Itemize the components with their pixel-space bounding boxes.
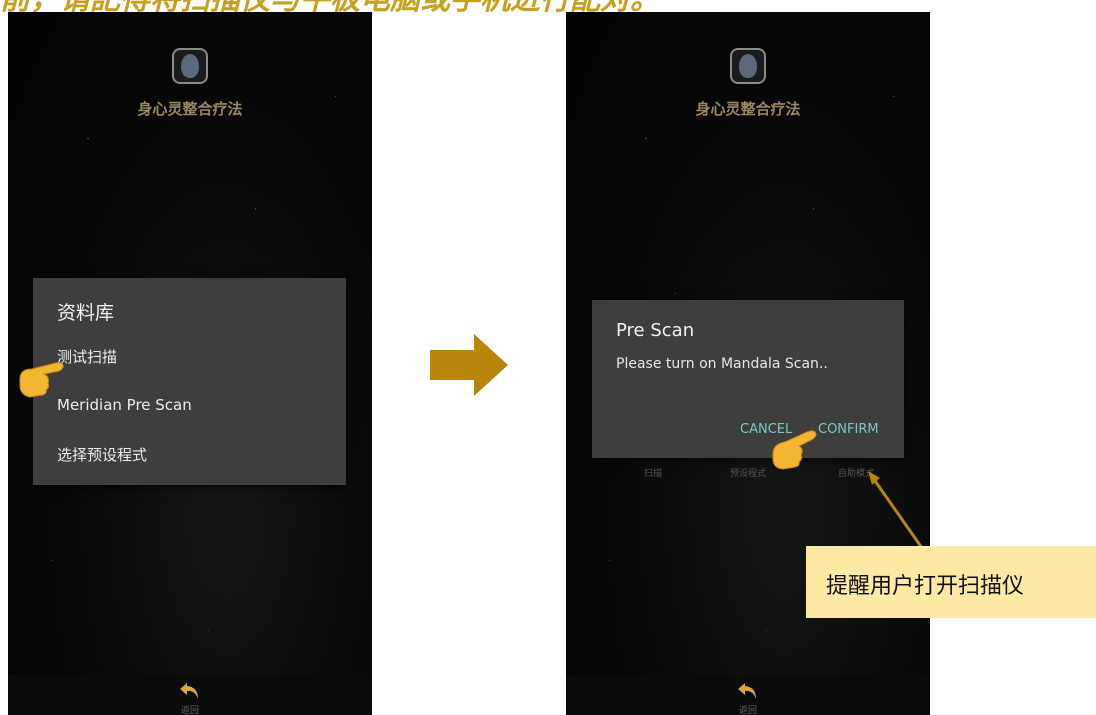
back-label: 返回 bbox=[180, 706, 199, 715]
menu-item-select-preset[interactable]: 选择预设程式 bbox=[57, 444, 147, 465]
annotation-callout: 提醒用户打开扫描仪 bbox=[806, 546, 1096, 618]
app-logo-icon bbox=[730, 48, 766, 84]
dialog-message: Please turn on Mandala Scan.. bbox=[616, 356, 828, 372]
back-label: 返回 bbox=[738, 706, 757, 715]
pointing-hand-icon bbox=[19, 362, 64, 398]
confirm-button[interactable]: CONFIRM bbox=[818, 422, 879, 437]
menu-title: 资料库 bbox=[57, 302, 115, 324]
app-title: 身心灵整合疗法 bbox=[137, 100, 243, 118]
app-title: 身心灵整合疗法 bbox=[695, 100, 801, 118]
underlying-function-labels: 扫描 预设程式 自助模式 bbox=[566, 466, 930, 480]
back-arrow-icon[interactable] bbox=[178, 679, 202, 703]
pointing-hand-icon bbox=[772, 430, 817, 470]
bottom-nav-bar: 返回 bbox=[8, 675, 372, 715]
pre-scan-dialog: Pre Scan Please turn on Mandala Scan.. C… bbox=[592, 300, 904, 458]
dialog-title: Pre Scan bbox=[616, 320, 695, 341]
app-logo-icon bbox=[172, 48, 208, 84]
phone-screen-left: 身心灵整合疗法 资料库 测试扫描 Meridian Pre Scan 选择预设程… bbox=[8, 12, 372, 715]
function-label-scan: 扫描 bbox=[644, 469, 663, 479]
annotation-text: 提醒用户打开扫描仪 bbox=[826, 574, 1025, 599]
function-label-self-mode: 自助模式 bbox=[838, 469, 875, 479]
transition-arrow-icon bbox=[430, 334, 508, 396]
menu-item-meridian-pre-scan[interactable]: Meridian Pre Scan bbox=[57, 396, 192, 414]
back-arrow-icon[interactable] bbox=[736, 679, 760, 703]
function-label-preset: 预设程式 bbox=[730, 469, 767, 479]
bottom-nav-bar: 返回 bbox=[566, 675, 930, 715]
library-menu-dialog: 资料库 测试扫描 Meridian Pre Scan 选择预设程式 bbox=[33, 278, 346, 485]
